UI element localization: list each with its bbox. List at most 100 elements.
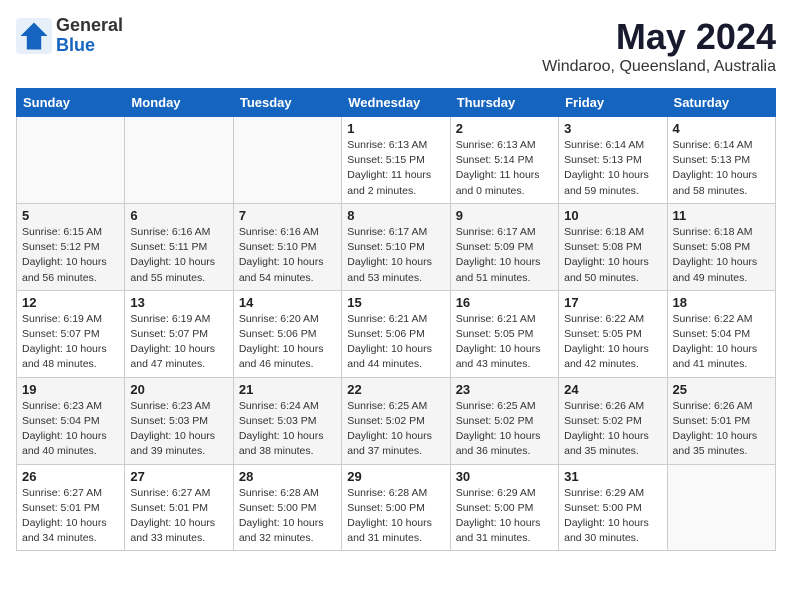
- day-info: Sunrise: 6:23 AM Sunset: 5:03 PM Dayligh…: [130, 399, 227, 460]
- calendar-cell: 1 Sunrise: 6:13 AM Sunset: 5:15 PM Daylig…: [342, 117, 450, 204]
- calendar-cell: 27 Sunrise: 6:27 AM Sunset: 5:01 PM Dayli…: [125, 464, 233, 551]
- header-cell-sunday: Sunday: [17, 89, 125, 117]
- day-number: 17: [564, 295, 661, 310]
- day-number: 14: [239, 295, 336, 310]
- calendar-cell: 21 Sunrise: 6:24 AM Sunset: 5:03 PM Dayli…: [233, 377, 341, 464]
- day-info: Sunrise: 6:19 AM Sunset: 5:07 PM Dayligh…: [130, 312, 227, 373]
- calendar-cell: 4 Sunrise: 6:14 AM Sunset: 5:13 PM Daylig…: [667, 117, 775, 204]
- calendar-cell: 16 Sunrise: 6:21 AM Sunset: 5:05 PM Dayli…: [450, 290, 558, 377]
- day-info: Sunrise: 6:29 AM Sunset: 5:00 PM Dayligh…: [564, 486, 661, 547]
- location-title: Windaroo, Queensland, Australia: [542, 58, 776, 76]
- calendar-cell: [667, 464, 775, 551]
- calendar-cell: 20 Sunrise: 6:23 AM Sunset: 5:03 PM Dayli…: [125, 377, 233, 464]
- week-row-2: 5 Sunrise: 6:15 AM Sunset: 5:12 PM Daylig…: [17, 203, 776, 290]
- calendar-cell: [17, 117, 125, 204]
- day-info: Sunrise: 6:28 AM Sunset: 5:00 PM Dayligh…: [347, 486, 444, 547]
- day-number: 28: [239, 469, 336, 484]
- week-row-5: 26Sunrise: 6:27 AM Sunset: 5:01 PM Dayli…: [17, 464, 776, 551]
- calendar-cell: 17 Sunrise: 6:22 AM Sunset: 5:05 PM Dayli…: [559, 290, 667, 377]
- calendar-cell: 24 Sunrise: 6:26 AM Sunset: 5:02 PM Dayli…: [559, 377, 667, 464]
- calendar-cell: 15Sunrise: 6:21 AM Sunset: 5:06 PM Dayli…: [342, 290, 450, 377]
- calendar-body: 1 Sunrise: 6:13 AM Sunset: 5:15 PM Daylig…: [17, 117, 776, 551]
- day-info: Sunrise: 6:18 AM Sunset: 5:08 PM Dayligh…: [673, 225, 770, 286]
- header-cell-monday: Monday: [125, 89, 233, 117]
- header-cell-wednesday: Wednesday: [342, 89, 450, 117]
- calendar-cell: 28 Sunrise: 6:28 AM Sunset: 5:00 PM Dayli…: [233, 464, 341, 551]
- day-number: 24: [564, 382, 661, 397]
- day-number: 1: [347, 121, 444, 136]
- day-info: Sunrise: 6:14 AM Sunset: 5:13 PM Dayligh…: [673, 138, 770, 199]
- calendar-cell: 23 Sunrise: 6:25 AM Sunset: 5:02 PM Dayli…: [450, 377, 558, 464]
- day-number: 11: [673, 208, 770, 223]
- calendar-cell: [233, 117, 341, 204]
- calendar-cell: 13 Sunrise: 6:19 AM Sunset: 5:07 PM Dayli…: [125, 290, 233, 377]
- calendar-header: SundayMondayTuesdayWednesdayThursdayFrid…: [17, 89, 776, 117]
- day-number: 20: [130, 382, 227, 397]
- calendar-cell: 6Sunrise: 6:16 AM Sunset: 5:11 PM Daylig…: [125, 203, 233, 290]
- day-number: 19: [22, 382, 119, 397]
- calendar-cell: 5 Sunrise: 6:15 AM Sunset: 5:12 PM Daylig…: [17, 203, 125, 290]
- calendar-cell: 25 Sunrise: 6:26 AM Sunset: 5:01 PM Dayli…: [667, 377, 775, 464]
- day-info: Sunrise: 6:25 AM Sunset: 5:02 PM Dayligh…: [456, 399, 553, 460]
- calendar-cell: 12 Sunrise: 6:19 AM Sunset: 5:07 PM Dayli…: [17, 290, 125, 377]
- calendar-cell: 3Sunrise: 6:14 AM Sunset: 5:13 PM Daylig…: [559, 117, 667, 204]
- day-info: Sunrise: 6:17 AM Sunset: 5:09 PM Dayligh…: [456, 225, 553, 286]
- calendar-cell: 11 Sunrise: 6:18 AM Sunset: 5:08 PM Dayli…: [667, 203, 775, 290]
- header-cell-saturday: Saturday: [667, 89, 775, 117]
- week-row-3: 12 Sunrise: 6:19 AM Sunset: 5:07 PM Dayli…: [17, 290, 776, 377]
- day-info: Sunrise: 6:28 AM Sunset: 5:00 PM Dayligh…: [239, 486, 336, 547]
- day-number: 23: [456, 382, 553, 397]
- day-number: 22: [347, 382, 444, 397]
- day-number: 29: [347, 469, 444, 484]
- logo-blue: Blue: [56, 36, 123, 56]
- calendar-cell: 18Sunrise: 6:22 AM Sunset: 5:04 PM Dayli…: [667, 290, 775, 377]
- day-info: Sunrise: 6:18 AM Sunset: 5:08 PM Dayligh…: [564, 225, 661, 286]
- month-title: May 2024: [542, 16, 776, 58]
- day-info: Sunrise: 6:13 AM Sunset: 5:14 PM Dayligh…: [456, 138, 553, 199]
- calendar-cell: 2 Sunrise: 6:13 AM Sunset: 5:14 PM Daylig…: [450, 117, 558, 204]
- day-info: Sunrise: 6:19 AM Sunset: 5:07 PM Dayligh…: [22, 312, 119, 373]
- day-number: 13: [130, 295, 227, 310]
- day-number: 8: [347, 208, 444, 223]
- day-number: 9: [456, 208, 553, 223]
- day-info: Sunrise: 6:26 AM Sunset: 5:01 PM Dayligh…: [673, 399, 770, 460]
- day-info: Sunrise: 6:21 AM Sunset: 5:05 PM Dayligh…: [456, 312, 553, 373]
- day-info: Sunrise: 6:14 AM Sunset: 5:13 PM Dayligh…: [564, 138, 661, 199]
- day-number: 27: [130, 469, 227, 484]
- day-info: Sunrise: 6:27 AM Sunset: 5:01 PM Dayligh…: [130, 486, 227, 547]
- day-number: 12: [22, 295, 119, 310]
- day-info: Sunrise: 6:17 AM Sunset: 5:10 PM Dayligh…: [347, 225, 444, 286]
- calendar-cell: 14Sunrise: 6:20 AM Sunset: 5:06 PM Dayli…: [233, 290, 341, 377]
- week-row-1: 1 Sunrise: 6:13 AM Sunset: 5:15 PM Daylig…: [17, 117, 776, 204]
- logo-text: General Blue: [56, 16, 123, 56]
- day-info: Sunrise: 6:16 AM Sunset: 5:11 PM Dayligh…: [130, 225, 227, 286]
- header-cell-tuesday: Tuesday: [233, 89, 341, 117]
- calendar-cell: 8 Sunrise: 6:17 AM Sunset: 5:10 PM Daylig…: [342, 203, 450, 290]
- logo: General Blue: [16, 16, 123, 56]
- day-number: 4: [673, 121, 770, 136]
- calendar-cell: 7Sunrise: 6:16 AM Sunset: 5:10 PM Daylig…: [233, 203, 341, 290]
- day-info: Sunrise: 6:29 AM Sunset: 5:00 PM Dayligh…: [456, 486, 553, 547]
- day-info: Sunrise: 6:25 AM Sunset: 5:02 PM Dayligh…: [347, 399, 444, 460]
- calendar-cell: 22 Sunrise: 6:25 AM Sunset: 5:02 PM Dayli…: [342, 377, 450, 464]
- day-number: 31: [564, 469, 661, 484]
- day-number: 16: [456, 295, 553, 310]
- day-info: Sunrise: 6:15 AM Sunset: 5:12 PM Dayligh…: [22, 225, 119, 286]
- calendar-cell: 26Sunrise: 6:27 AM Sunset: 5:01 PM Dayli…: [17, 464, 125, 551]
- title-block: May 2024 Windaroo, Queensland, Australia: [542, 16, 776, 76]
- day-number: 21: [239, 382, 336, 397]
- day-number: 30: [456, 469, 553, 484]
- day-info: Sunrise: 6:27 AM Sunset: 5:01 PM Dayligh…: [22, 486, 119, 547]
- day-info: Sunrise: 6:24 AM Sunset: 5:03 PM Dayligh…: [239, 399, 336, 460]
- day-info: Sunrise: 6:13 AM Sunset: 5:15 PM Dayligh…: [347, 138, 444, 199]
- week-row-4: 19 Sunrise: 6:23 AM Sunset: 5:04 PM Dayli…: [17, 377, 776, 464]
- header-cell-friday: Friday: [559, 89, 667, 117]
- calendar-cell: 19 Sunrise: 6:23 AM Sunset: 5:04 PM Dayli…: [17, 377, 125, 464]
- day-number: 25: [673, 382, 770, 397]
- day-info: Sunrise: 6:23 AM Sunset: 5:04 PM Dayligh…: [22, 399, 119, 460]
- day-info: Sunrise: 6:22 AM Sunset: 5:05 PM Dayligh…: [564, 312, 661, 373]
- header-row: SundayMondayTuesdayWednesdayThursdayFrid…: [17, 89, 776, 117]
- day-info: Sunrise: 6:26 AM Sunset: 5:02 PM Dayligh…: [564, 399, 661, 460]
- day-number: 5: [22, 208, 119, 223]
- day-number: 2: [456, 121, 553, 136]
